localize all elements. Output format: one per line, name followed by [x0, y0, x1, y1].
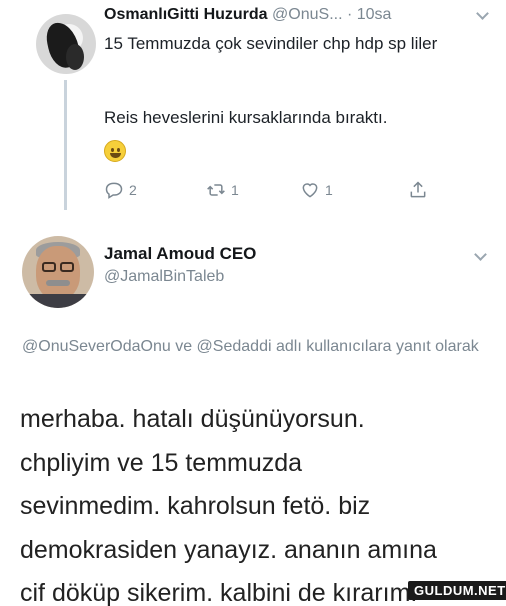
- tweet-1-handle-time: @OnuS... · 10sa: [272, 6, 392, 23]
- tweet-1-header: OsmanlıGitti Huzurda @OnuS... · 10sa: [104, 6, 391, 24]
- tweet-1: OsmanlıGitti Huzurda @OnuS... · 10sa 15 …: [0, 0, 506, 220]
- reply-button[interactable]: 2: [104, 180, 137, 200]
- emoji-eye-right: [117, 148, 120, 152]
- tweet-2-text-line: merhaba. hatalı düşünüyorsun.: [20, 405, 365, 433]
- tweet-2-text-line: demokrasiden yanayız. ananın amına: [20, 535, 437, 564]
- tweet-1-avatar[interactable]: [36, 14, 96, 74]
- avatar-silhouette-detail: [66, 44, 84, 70]
- reply-count: 2: [129, 182, 137, 198]
- tweet-2-text: merhaba. hatalı düşünüyorsun. chpliyim v…: [20, 398, 506, 606]
- avatar-glasses-left: [42, 262, 56, 272]
- tweet-2-text-line: chpliyim ve 15 temmuzda: [20, 448, 303, 477]
- chevron-down-icon[interactable]: [476, 7, 489, 20]
- retweet-icon: [207, 184, 225, 196]
- avatar-glasses-right: [60, 262, 74, 272]
- heart-icon: [302, 183, 318, 198]
- tweet-2-handle[interactable]: @JamalBinTaleb: [104, 268, 224, 286]
- retweet-count: 1: [231, 182, 239, 198]
- reply-icon: [105, 182, 123, 199]
- grinning-face-emoji-icon: [104, 140, 126, 162]
- chevron-down-icon[interactable]: [474, 248, 487, 261]
- reply-to-label: @OnuSeverOdaOnu ve @Sedaddi adlı kullanı…: [22, 338, 479, 355]
- tweet-1-meta: @OnuS... · 10sa: [272, 6, 391, 23]
- emoji-mouth: [110, 153, 121, 158]
- tweet-1-text-line-2: Reis heveslerini kursaklarında bıraktı.: [104, 108, 388, 127]
- share-button[interactable]: [408, 180, 428, 200]
- tweet-1-actions: 2 1 1: [0, 180, 506, 204]
- tweet-1-text-line-1: 15 Temmuzda çok sevindiler chp hdp sp li…: [104, 34, 438, 53]
- avatar-mustache: [46, 280, 70, 286]
- like-button[interactable]: 1: [300, 180, 333, 200]
- emoji-eye-left: [111, 148, 114, 152]
- share-icon: [410, 181, 426, 198]
- like-count: 1: [325, 182, 333, 198]
- tweet-2-text-line: sevinmedim. kahrolsun fetö. biz: [20, 492, 371, 520]
- retweet-button[interactable]: 1: [206, 180, 239, 200]
- avatar-face: [36, 246, 80, 300]
- avatar-coat: [22, 294, 94, 308]
- tweet-1-author-name[interactable]: OsmanlıGitti Huzurda: [104, 6, 268, 23]
- tweet-2-author-name[interactable]: Jamal Amoud CEO: [104, 244, 256, 264]
- tweet-2-avatar[interactable]: [22, 236, 94, 308]
- watermark: GULDUM.NET: [408, 581, 506, 600]
